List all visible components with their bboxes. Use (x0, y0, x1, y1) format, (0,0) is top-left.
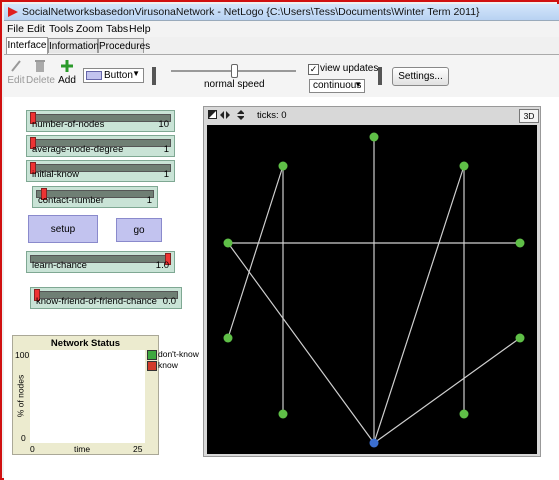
button-widget-icon (86, 71, 102, 80)
plot-ylabel: % of nodes (15, 374, 26, 418)
world-canvas[interactable] (207, 125, 537, 454)
slider-value: 10 (158, 119, 169, 130)
title-bar: SocialNetworksbasedonVirusonaNetwork - N… (4, 4, 559, 21)
network-node (223, 333, 233, 343)
slider-number-of-nodes[interactable]: number-of-nodes 10 (26, 110, 175, 132)
pencil-icon (11, 60, 21, 72)
netlogo-app-icon (8, 7, 18, 17)
network-node-selected (369, 438, 379, 448)
trash-icon (35, 60, 45, 72)
slider-label: learn-chance (32, 260, 87, 271)
legend-label-dont-know: don't-know (158, 349, 199, 359)
edit-label: Edit (7, 75, 25, 86)
slider-label: know-friend-of-friend-chance (36, 296, 157, 307)
toolbar-separator (152, 67, 156, 85)
slider-learn-chance[interactable]: learn-chance 1.0 (26, 251, 175, 273)
slider-contact-number[interactable]: contact-number 1 (32, 186, 158, 208)
view-updates-label: view updates (320, 63, 379, 74)
legend-swatch-know (147, 361, 157, 371)
menu-edit[interactable]: Edit (27, 23, 45, 35)
tab-information[interactable]: Information (48, 38, 99, 53)
slider-label: initial-know (32, 169, 79, 180)
network-link (227, 165, 284, 339)
menu-file[interactable]: File (7, 23, 24, 35)
speed-slider-thumb[interactable] (231, 64, 238, 78)
view-control-bar: ticks: 0 3D (204, 107, 540, 123)
legend-label-know: know (158, 360, 178, 370)
netlogo-window: SocialNetworksbasedonVirusonaNetwork - N… (0, 0, 559, 480)
menu-help[interactable]: Help (129, 23, 151, 35)
plot-title: Network Status (50, 338, 121, 349)
settings-button[interactable]: Settings... (392, 67, 449, 86)
network-link (373, 337, 521, 444)
slider-initial-know[interactable]: initial-know 1 (26, 160, 175, 182)
network-graph (223, 132, 525, 448)
network-node (278, 409, 288, 419)
slider-label: contact-number (38, 195, 105, 206)
menu-tabs[interactable]: Tabs (106, 23, 128, 35)
speed-label: normal speed (204, 79, 265, 90)
menu-tools[interactable]: Tools (49, 23, 74, 35)
slider-value: 0.0 (162, 296, 176, 307)
toolbar-separator (378, 67, 382, 85)
plot-y-max: 100 (15, 350, 30, 360)
slider-average-node-degree[interactable]: average-node-degree 1 (26, 135, 175, 157)
view-resize-controls-icon[interactable] (208, 110, 244, 120)
network-node (459, 409, 469, 419)
update-mode-select[interactable]: continuous ▼ (309, 79, 365, 93)
chevron-down-icon: ▼ (354, 80, 362, 89)
tab-procedures[interactable]: Procedures (98, 38, 150, 53)
chevron-down-icon: ▼ (132, 69, 140, 78)
slider-label: number-of-nodes (32, 119, 105, 130)
view-updates-checkbox[interactable]: ✓ (308, 64, 319, 75)
plot-y-min: 0 (21, 433, 26, 443)
setup-button[interactable]: setup (28, 215, 98, 243)
delete-button[interactable]: Delete (26, 59, 55, 86)
network-node (515, 238, 525, 248)
window-title: SocialNetworksbasedonVirusonaNetwork - N… (22, 6, 480, 18)
delete-label: Delete (26, 75, 55, 86)
edit-button[interactable]: Edit (6, 59, 26, 86)
network-status-plot: Network Status % of nodes 100 0 0 time 2… (12, 335, 199, 455)
slider-value: 1 (163, 169, 169, 180)
plot-x-min: 0 (30, 444, 35, 454)
plus-icon (61, 60, 73, 72)
tab-strip: Interface Information Procedures (4, 37, 559, 54)
menu-zoom[interactable]: Zoom (76, 23, 103, 35)
slider-value: 1.0 (155, 260, 169, 271)
network-link (227, 242, 375, 444)
interface-canvas: number-of-nodes 10 average-node-degree 1… (4, 97, 559, 480)
network-node (369, 132, 379, 142)
plot-xlabel: time (74, 444, 91, 454)
3d-view-button[interactable]: 3D (519, 109, 539, 123)
slider-know-friend-of-friend-chance[interactable]: know-friend-of-friend-chance 0.0 (30, 287, 182, 309)
go-button[interactable]: go (116, 218, 162, 242)
slider-label: average-node-degree (32, 144, 124, 155)
plot-area (30, 350, 145, 443)
add-label: Add (58, 75, 76, 86)
widget-type-label: Button (104, 70, 133, 81)
legend-swatch-dont-know (147, 350, 157, 360)
network-link (373, 165, 465, 444)
widget-type-select[interactable]: Button ▼ (83, 68, 144, 83)
add-button[interactable]: Add (56, 59, 78, 86)
network-node (459, 161, 469, 171)
network-node (223, 238, 233, 248)
world-view: ticks: 0 3D (203, 106, 541, 457)
menu-bar: File Edit Tools Zoom Tabs Help (4, 21, 559, 37)
slider-value: 1 (163, 144, 169, 155)
ticks-counter: ticks: 0 (257, 110, 287, 121)
network-node (278, 161, 288, 171)
toolbar: Edit Delete Add Button ▼ normal speed ✓ … (4, 54, 559, 98)
tab-interface[interactable]: Interface (6, 37, 48, 54)
network-links (227, 137, 521, 444)
slider-value: 1 (146, 195, 152, 206)
network-node (515, 333, 525, 343)
plot-x-max: 25 (133, 444, 143, 454)
